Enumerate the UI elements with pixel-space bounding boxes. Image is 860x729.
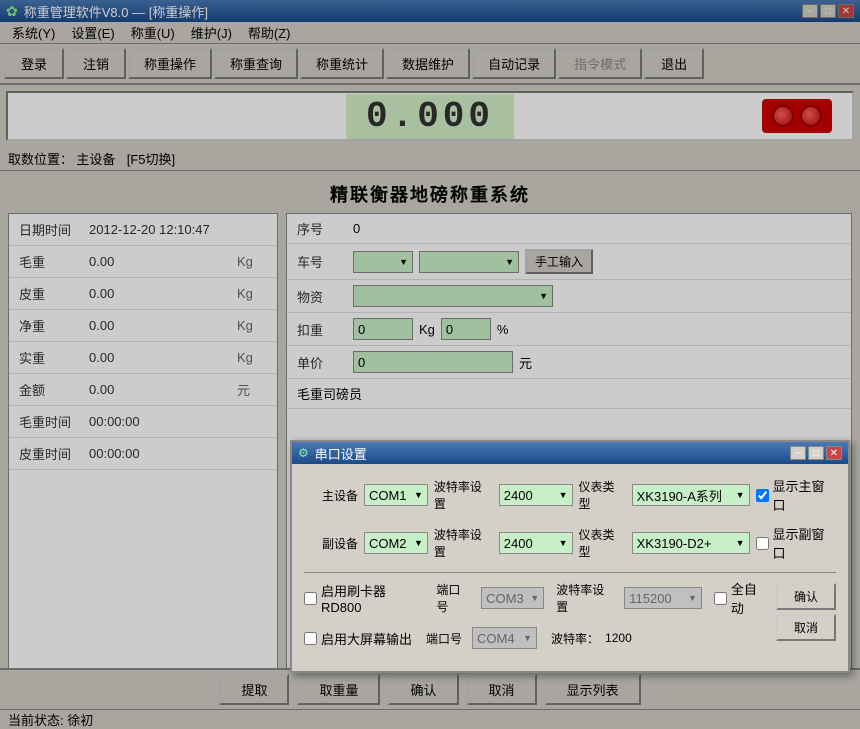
main-meter-label: 仪表类型 [579,478,626,512]
modal-confirm-btn[interactable]: 确认 [776,583,836,610]
show-sub-label: 显示副窗口 [773,524,836,562]
card-port-dropdown: COM3 [481,587,544,609]
card-reader-label: 启用刷卡器RD800 [321,581,422,615]
bigscreen-checkbox[interactable] [304,632,317,645]
main-baud-label: 波特率设置 [434,478,493,512]
card-port-label: 端口号 [436,581,471,615]
modal-body: 主设备 COM1 波特率设置 2400 仪表类型 XK3190-A系列 显示主窗… [292,464,848,671]
modal-minimize-btn[interactable]: ─ [790,446,806,460]
show-sub-checkbox-label[interactable]: 显示副窗口 [756,524,836,562]
card-baud-value: 115200 [629,591,671,606]
sub-baud-value: 2400 [504,536,533,551]
serial-port-dialog: ⚙ 串口设置 ─ □ ✕ 主设备 COM1 波特率设置 2400 仪表类型 XK… [290,440,850,673]
sub-device-dropdown[interactable]: COM2 [364,532,428,554]
main-device-value: COM1 [369,488,407,503]
sub-meter-value: XK3190-D2+ [637,536,712,551]
sub-device-row: 副设备 COM2 波特率设置 2400 仪表类型 XK3190-D2+ 显示副窗… [304,524,836,562]
big-baud-label: 波特率： [551,630,599,647]
modal-maximize-btn[interactable]: □ [808,446,824,460]
modal-cancel-btn[interactable]: 取消 [776,614,836,641]
options-area: 启用刷卡器RD800 端口号 COM3 波特率设置 115200 全自动 [304,579,836,659]
big-port-dropdown: COM4 [472,627,537,649]
main-device-label: 主设备 [304,487,358,504]
show-main-checkbox-label[interactable]: 显示主窗口 [756,476,836,514]
sub-device-value: COM2 [369,536,407,551]
bigscreen-row: 启用大屏幕输出 端口号 COM4 波特率： 1200 [304,627,768,649]
card-reader-checkbox[interactable] [304,592,317,605]
modal-divider [304,572,836,573]
main-meter-value: XK3190-A系列 [637,486,722,505]
main-device-row: 主设备 COM1 波特率设置 2400 仪表类型 XK3190-A系列 显示主窗… [304,476,836,514]
main-baud-value: 2400 [504,488,533,503]
show-sub-checkbox[interactable] [756,537,769,550]
modal-action-buttons: 确认 取消 [776,583,836,659]
card-baud-label: 波特率设置 [556,581,614,615]
sub-baud-label: 波特率设置 [434,526,493,560]
main-baud-dropdown[interactable]: 2400 [499,484,573,506]
card-auto-label[interactable]: 全自动 [714,579,768,617]
card-auto-text: 全自动 [731,579,768,617]
sub-baud-dropdown[interactable]: 2400 [499,532,573,554]
modal-icon: ⚙ [298,446,309,460]
card-reader-row: 启用刷卡器RD800 端口号 COM3 波特率设置 115200 全自动 [304,579,768,617]
card-baud-dropdown: 115200 [624,587,702,609]
options-left: 启用刷卡器RD800 端口号 COM3 波特率设置 115200 全自动 [304,579,768,659]
card-reader-checkbox-label[interactable]: 启用刷卡器RD800 [304,581,422,615]
main-meter-dropdown[interactable]: XK3190-A系列 [632,484,750,506]
modal-title-buttons: ─ □ ✕ [790,446,842,460]
bigscreen-checkbox-label[interactable]: 启用大屏幕输出 [304,629,412,648]
modal-title-bar: ⚙ 串口设置 ─ □ ✕ [292,442,848,464]
modal-title: 串口设置 [315,444,367,463]
big-port-label: 端口号 [426,630,462,647]
sub-meter-label: 仪表类型 [579,526,626,560]
sub-meter-dropdown[interactable]: XK3190-D2+ [632,532,750,554]
big-port-value: COM4 [477,631,515,646]
big-baud-value: 1200 [605,631,632,645]
main-device-dropdown[interactable]: COM1 [364,484,428,506]
modal-close-btn[interactable]: ✕ [826,446,842,460]
bigscreen-label: 启用大屏幕输出 [321,629,412,648]
sub-device-label: 副设备 [304,535,358,552]
card-auto-checkbox[interactable] [714,592,727,605]
show-main-checkbox[interactable] [756,489,769,502]
card-port-value: COM3 [486,591,524,606]
show-main-label: 显示主窗口 [773,476,836,514]
